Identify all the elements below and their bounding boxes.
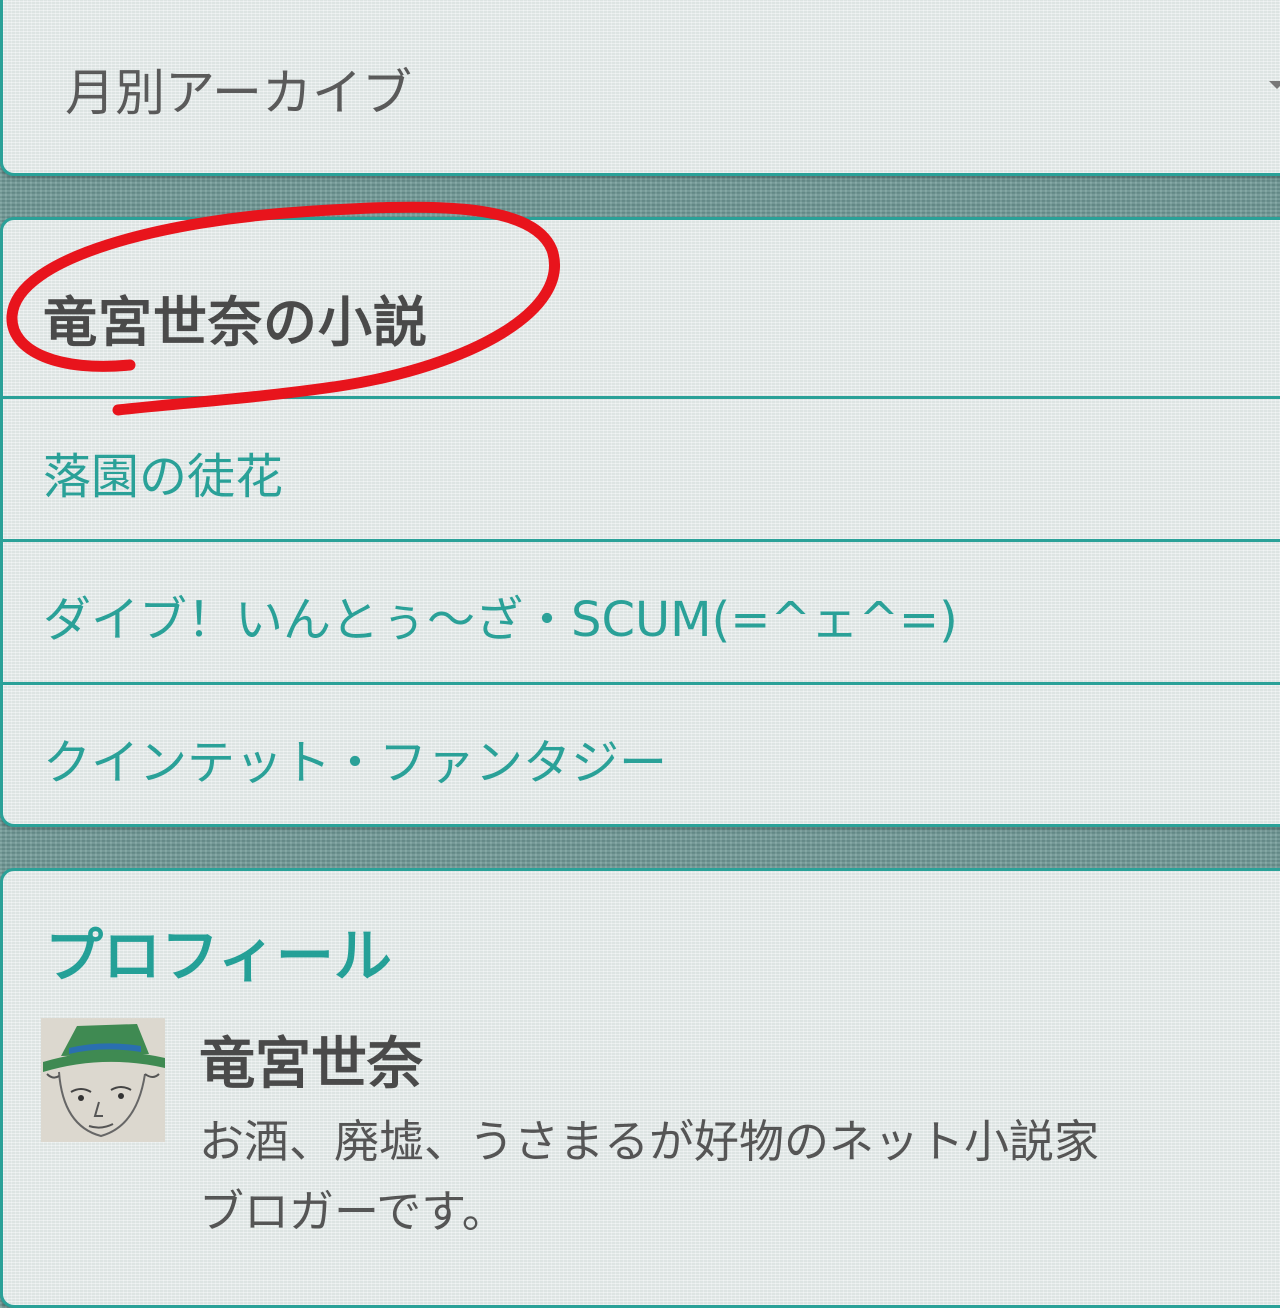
profile-description: お酒、廃墟、うさまるが好物のネット小説家 ブロガーです。 <box>199 1107 1280 1247</box>
novel-link[interactable]: クインテット・ファンタジー <box>43 723 667 793</box>
novels-widget-title: 竜宮世奈の小説 <box>43 291 428 354</box>
chevron-down-icon[interactable] <box>1269 81 1280 89</box>
novel-link[interactable]: ダイブ！いんとぅ〜ざ・SCUM(=^ェ^=) <box>43 580 958 650</box>
novels-widget: 竜宮世奈の小説 落園の徒花 ダイブ！いんとぅ〜ざ・SCUM(=^ェ^=) クイン… <box>0 217 1280 827</box>
profile-widget-title: プロフィール <box>45 922 392 990</box>
novel-link-item[interactable]: ダイブ！いんとぅ〜ざ・SCUM(=^ェ^=) <box>0 539 1280 682</box>
novel-link-item[interactable]: クインテット・ファンタジー <box>0 682 1280 825</box>
novel-link[interactable]: 落園の徒花 <box>43 437 283 507</box>
profile-name: 竜宮世奈 <box>199 1032 423 1097</box>
profile-description-line: ブロガーです。 <box>199 1185 507 1238</box>
monthly-archive-select[interactable]: 月別アーカイブ <box>65 53 412 125</box>
avatar <box>41 1018 165 1142</box>
profile-widget: プロフィール 竜宮世奈 お酒、廃墟、うさまるが好物のネット小説家 ブロガーです。 <box>0 868 1280 1308</box>
avatar-drawing <box>41 1018 165 1142</box>
archive-widget: 月別アーカイブ <box>0 0 1280 176</box>
profile-description-line: お酒、廃墟、うさまるが好物のネット小説家 <box>199 1115 1100 1168</box>
novel-link-item[interactable]: 落園の徒花 <box>0 396 1280 539</box>
